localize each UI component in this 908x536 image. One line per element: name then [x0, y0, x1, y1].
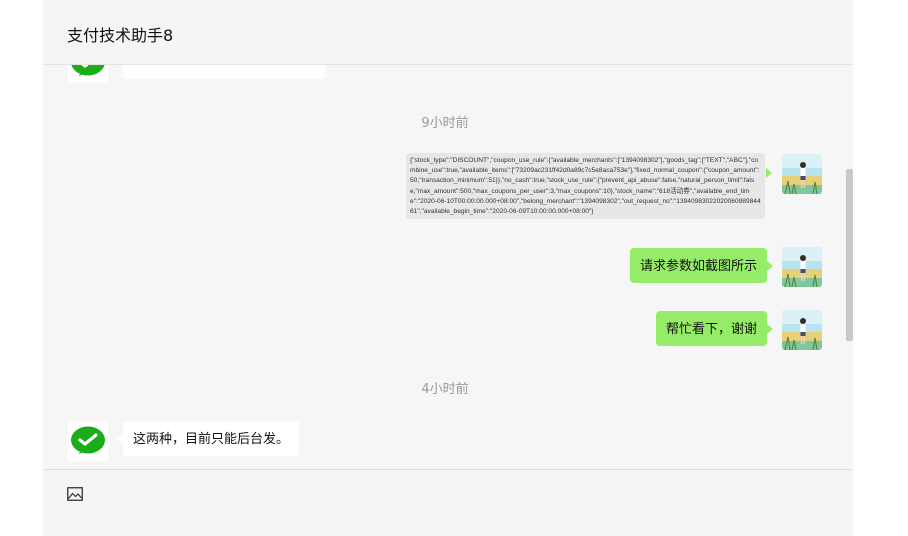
screenshot-image-message[interactable]: {"stock_type":"DISCOUNT","coupon_use_rul…: [406, 153, 765, 219]
wechat-pay-avatar[interactable]: [68, 65, 108, 83]
incoming-message[interactable]: 的，在这图的完整参数发一下。: [123, 65, 326, 79]
bubble-tail: [766, 168, 772, 178]
chat-window: 支付技术助手8 的，在这图的完整参数发一下。 9小时前 {"stock_type…: [43, 0, 853, 536]
outgoing-message[interactable]: 请求参数如截图所示: [629, 248, 774, 283]
timestamp: 4小时前: [421, 382, 469, 397]
timestamp: 9小时前: [421, 116, 469, 131]
scrollbar[interactable]: [846, 169, 853, 341]
input-area[interactable]: [43, 469, 853, 536]
outgoing-message[interactable]: 帮忙看下，谢谢: [655, 311, 774, 346]
user-avatar[interactable]: [782, 247, 822, 287]
user-avatar[interactable]: [782, 154, 822, 194]
incoming-message[interactable]: 这两种，目前只能后台发。: [116, 421, 300, 456]
user-avatar[interactable]: [782, 310, 822, 350]
chat-title: 支付技术助手8: [67, 26, 174, 45]
chat-header: 支付技术助手8: [43, 0, 853, 65]
image-icon[interactable]: [67, 486, 83, 501]
message-list[interactable]: 的，在这图的完整参数发一下。 9小时前 {"stock_type":"DISCO…: [43, 65, 853, 469]
wechat-pay-avatar[interactable]: [68, 421, 108, 461]
